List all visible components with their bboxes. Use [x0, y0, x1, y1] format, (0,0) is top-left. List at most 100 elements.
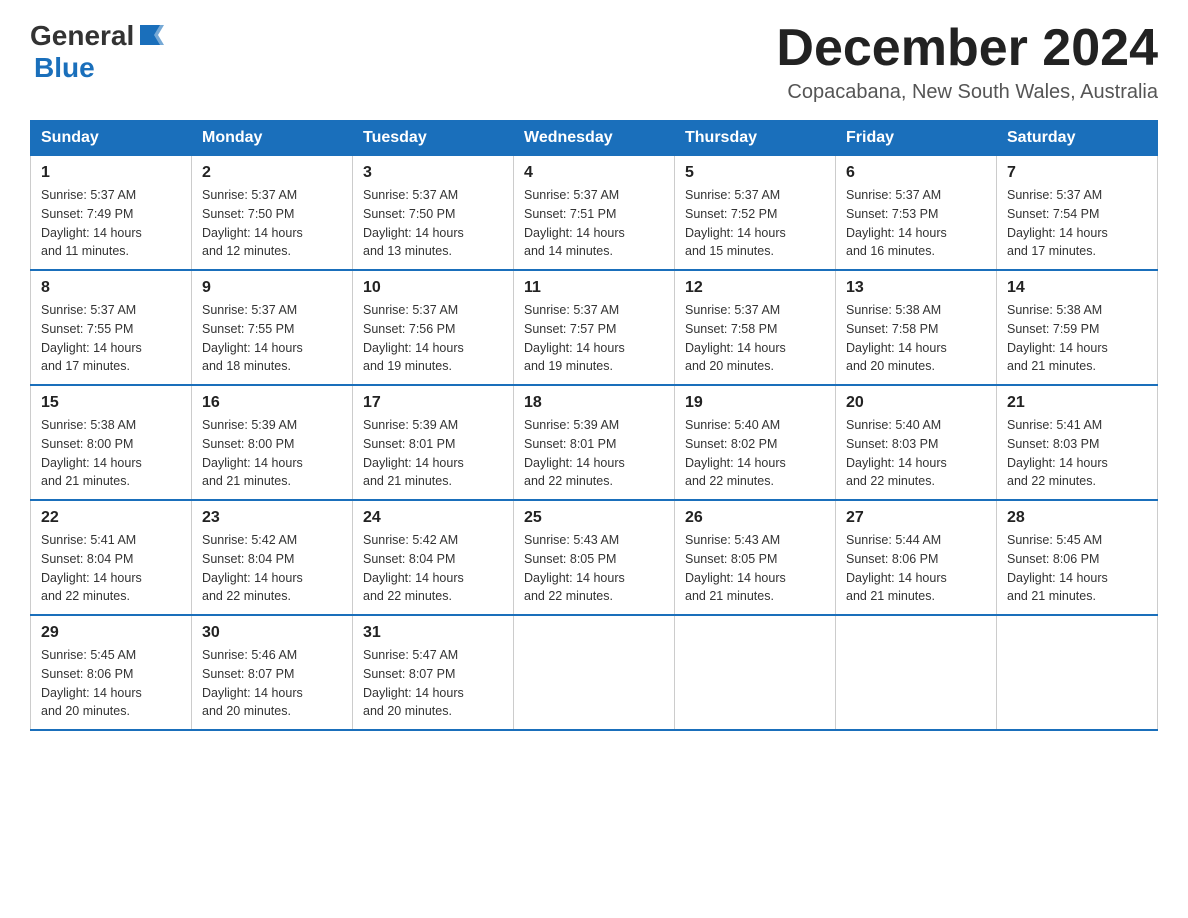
calendar-cell: 26 Sunrise: 5:43 AMSunset: 8:05 PMDayligh… — [675, 500, 836, 615]
day-number: 18 — [524, 394, 664, 412]
day-info: Sunrise: 5:37 AMSunset: 7:49 PMDaylight:… — [41, 186, 181, 261]
day-number: 8 — [41, 279, 181, 297]
day-info: Sunrise: 5:37 AMSunset: 7:55 PMDaylight:… — [41, 301, 181, 376]
calendar-cell: 16Sunrise: 5:39 AMSunset: 8:00 PMDayligh… — [192, 385, 353, 500]
day-number: 2 — [202, 164, 342, 182]
day-info: Sunrise: 5:38 AMSunset: 7:58 PMDaylight:… — [846, 301, 986, 376]
month-title: December 2024 — [776, 20, 1158, 77]
calendar-cell: 24 Sunrise: 5:42 AMSunset: 8:04 PMDayligh… — [353, 500, 514, 615]
day-number: 27 — [846, 509, 986, 527]
day-info: Sunrise: 5:41 AMSunset: 8:03 PMDaylight:… — [1007, 416, 1147, 491]
weekday-header-tuesday: Tuesday — [353, 121, 514, 156]
calendar-cell: 28 Sunrise: 5:45 AMSunset: 8:06 PMDayligh… — [997, 500, 1158, 615]
day-info: Sunrise: 5:40 AMSunset: 8:02 PMDaylight:… — [685, 416, 825, 491]
day-number: 21 — [1007, 394, 1147, 412]
calendar-cell — [675, 615, 836, 730]
day-info: Sunrise: 5:37 AMSunset: 7:58 PMDaylight:… — [685, 301, 825, 376]
day-info: Sunrise: 5:37 AMSunset: 7:53 PMDaylight:… — [846, 186, 986, 261]
day-info: Sunrise: 5:37 AMSunset: 7:56 PMDaylight:… — [363, 301, 503, 376]
weekday-header-saturday: Saturday — [997, 121, 1158, 156]
calendar-cell: 15Sunrise: 5:38 AMSunset: 8:00 PMDayligh… — [31, 385, 192, 500]
day-info: Sunrise: 5:38 AMSunset: 8:00 PMDaylight:… — [41, 416, 181, 491]
day-info: Sunrise: 5:45 AMSunset: 8:06 PMDaylight:… — [1007, 531, 1147, 606]
day-number: 16 — [202, 394, 342, 412]
day-number: 30 — [202, 624, 342, 642]
day-info: Sunrise: 5:37 AMSunset: 7:57 PMDaylight:… — [524, 301, 664, 376]
calendar-cell: 25 Sunrise: 5:43 AMSunset: 8:05 PMDayligh… — [514, 500, 675, 615]
calendar-week-row: 29 Sunrise: 5:45 AMSunset: 8:06 PMDayligh… — [31, 615, 1158, 730]
day-number: 29 — [41, 624, 181, 642]
calendar-week-row: 8 Sunrise: 5:37 AMSunset: 7:55 PMDaylight… — [31, 270, 1158, 385]
logo-general-text: General — [30, 20, 134, 52]
calendar-cell: 9Sunrise: 5:37 AMSunset: 7:55 PMDaylight… — [192, 270, 353, 385]
day-info: Sunrise: 5:37 AMSunset: 7:50 PMDaylight:… — [202, 186, 342, 261]
day-number: 9 — [202, 279, 342, 297]
calendar-week-row: 22Sunrise: 5:41 AMSunset: 8:04 PMDayligh… — [31, 500, 1158, 615]
calendar-cell — [997, 615, 1158, 730]
weekday-header-sunday: Sunday — [31, 121, 192, 156]
calendar-cell: 29 Sunrise: 5:45 AMSunset: 8:06 PMDayligh… — [31, 615, 192, 730]
day-number: 20 — [846, 394, 986, 412]
day-info: Sunrise: 5:42 AMSunset: 8:04 PMDaylight:… — [363, 531, 503, 606]
calendar-cell: 10 Sunrise: 5:37 AMSunset: 7:56 PMDayligh… — [353, 270, 514, 385]
day-info: Sunrise: 5:37 AMSunset: 7:50 PMDaylight:… — [363, 186, 503, 261]
calendar-header-row: SundayMondayTuesdayWednesdayThursdayFrid… — [31, 121, 1158, 156]
calendar-cell: 19 Sunrise: 5:40 AMSunset: 8:02 PMDayligh… — [675, 385, 836, 500]
logo-blue-text: Blue — [34, 52, 95, 84]
day-number: 17 — [363, 394, 503, 412]
calendar-cell: 7Sunrise: 5:37 AMSunset: 7:54 PMDaylight… — [997, 156, 1158, 271]
day-number: 26 — [685, 509, 825, 527]
calendar-week-row: 1 Sunrise: 5:37 AMSunset: 7:49 PMDaylight… — [31, 156, 1158, 271]
day-info: Sunrise: 5:45 AMSunset: 8:06 PMDaylight:… — [41, 646, 181, 721]
day-info: Sunrise: 5:40 AMSunset: 8:03 PMDaylight:… — [846, 416, 986, 491]
weekday-header-friday: Friday — [836, 121, 997, 156]
day-number: 25 — [524, 509, 664, 527]
logo: General Blue — [30, 20, 164, 84]
calendar-cell: 8 Sunrise: 5:37 AMSunset: 7:55 PMDaylight… — [31, 270, 192, 385]
title-section: December 2024 Copacabana, New South Wale… — [776, 20, 1158, 104]
calendar-cell: 1 Sunrise: 5:37 AMSunset: 7:49 PMDaylight… — [31, 156, 192, 271]
weekday-header-monday: Monday — [192, 121, 353, 156]
day-number: 6 — [846, 164, 986, 182]
day-info: Sunrise: 5:37 AMSunset: 7:51 PMDaylight:… — [524, 186, 664, 261]
location-subtitle: Copacabana, New South Wales, Australia — [776, 81, 1158, 104]
calendar-cell: 2 Sunrise: 5:37 AMSunset: 7:50 PMDaylight… — [192, 156, 353, 271]
calendar-cell: 27 Sunrise: 5:44 AMSunset: 8:06 PMDayligh… — [836, 500, 997, 615]
calendar-cell: 12 Sunrise: 5:37 AMSunset: 7:58 PMDayligh… — [675, 270, 836, 385]
day-info: Sunrise: 5:47 AMSunset: 8:07 PMDaylight:… — [363, 646, 503, 721]
day-info: Sunrise: 5:37 AMSunset: 7:54 PMDaylight:… — [1007, 186, 1147, 261]
day-number: 19 — [685, 394, 825, 412]
day-number: 13 — [846, 279, 986, 297]
day-number: 31 — [363, 624, 503, 642]
day-number: 28 — [1007, 509, 1147, 527]
day-number: 24 — [363, 509, 503, 527]
day-info: Sunrise: 5:42 AMSunset: 8:04 PMDaylight:… — [202, 531, 342, 606]
day-number: 22 — [41, 509, 181, 527]
calendar-cell: 13 Sunrise: 5:38 AMSunset: 7:58 PMDayligh… — [836, 270, 997, 385]
calendar-cell: 31 Sunrise: 5:47 AMSunset: 8:07 PMDayligh… — [353, 615, 514, 730]
calendar-cell: 18 Sunrise: 5:39 AMSunset: 8:01 PMDayligh… — [514, 385, 675, 500]
day-info: Sunrise: 5:44 AMSunset: 8:06 PMDaylight:… — [846, 531, 986, 606]
calendar-cell: 17 Sunrise: 5:39 AMSunset: 8:01 PMDayligh… — [353, 385, 514, 500]
calendar-cell: 14Sunrise: 5:38 AMSunset: 7:59 PMDayligh… — [997, 270, 1158, 385]
day-info: Sunrise: 5:46 AMSunset: 8:07 PMDaylight:… — [202, 646, 342, 721]
day-number: 5 — [685, 164, 825, 182]
day-info: Sunrise: 5:43 AMSunset: 8:05 PMDaylight:… — [685, 531, 825, 606]
day-info: Sunrise: 5:37 AMSunset: 7:52 PMDaylight:… — [685, 186, 825, 261]
day-number: 12 — [685, 279, 825, 297]
calendar-week-row: 15Sunrise: 5:38 AMSunset: 8:00 PMDayligh… — [31, 385, 1158, 500]
calendar-table: SundayMondayTuesdayWednesdayThursdayFrid… — [30, 120, 1158, 731]
day-info: Sunrise: 5:39 AMSunset: 8:01 PMDaylight:… — [363, 416, 503, 491]
calendar-cell: 4Sunrise: 5:37 AMSunset: 7:51 PMDaylight… — [514, 156, 675, 271]
day-info: Sunrise: 5:43 AMSunset: 8:05 PMDaylight:… — [524, 531, 664, 606]
calendar-cell: 11 Sunrise: 5:37 AMSunset: 7:57 PMDayligh… — [514, 270, 675, 385]
day-number: 1 — [41, 164, 181, 182]
day-info: Sunrise: 5:39 AMSunset: 8:01 PMDaylight:… — [524, 416, 664, 491]
page-header: General Blue December 2024 Copacabana, N… — [30, 20, 1158, 104]
day-info: Sunrise: 5:38 AMSunset: 7:59 PMDaylight:… — [1007, 301, 1147, 376]
day-number: 10 — [363, 279, 503, 297]
day-number: 11 — [524, 279, 664, 297]
weekday-header-thursday: Thursday — [675, 121, 836, 156]
day-number: 23 — [202, 509, 342, 527]
calendar-cell: 3Sunrise: 5:37 AMSunset: 7:50 PMDaylight… — [353, 156, 514, 271]
